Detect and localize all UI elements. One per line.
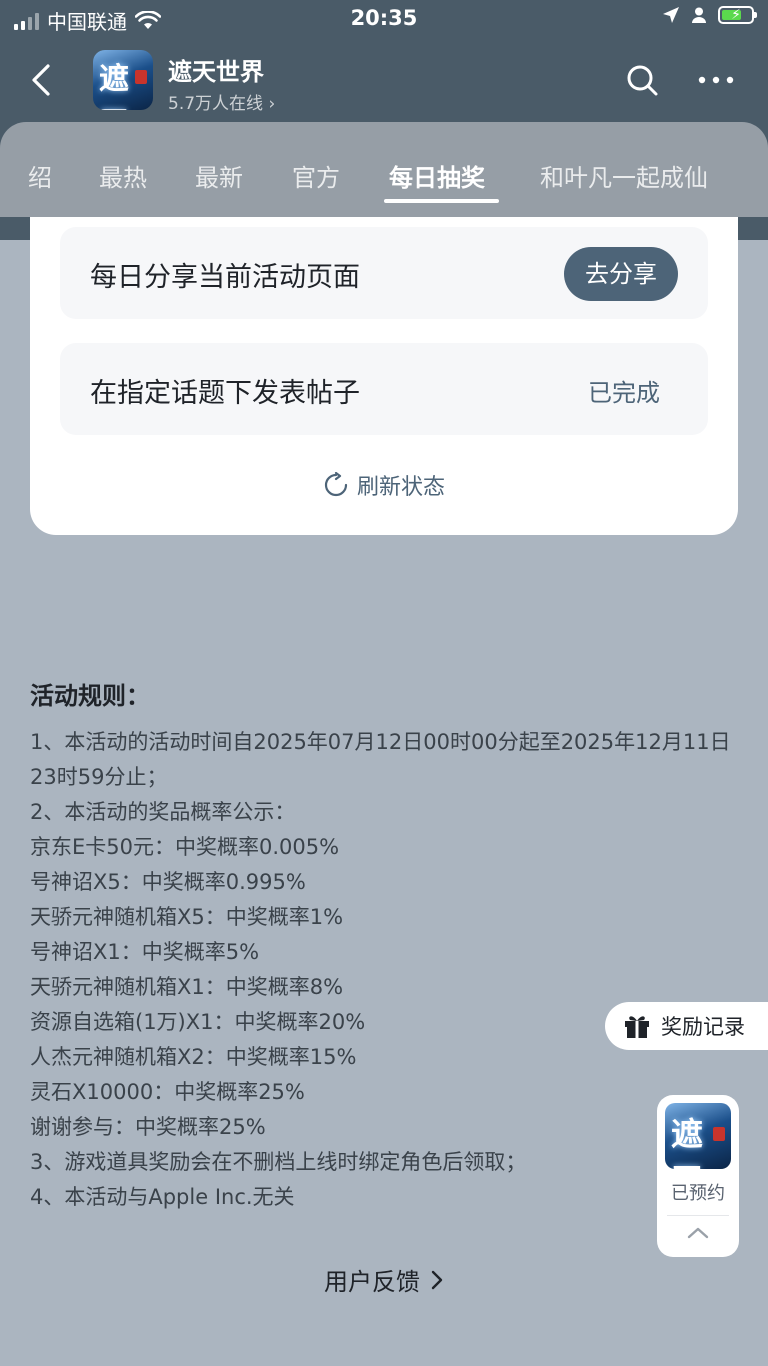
tab-cultivate[interactable]: 和叶凡一起成仙	[540, 158, 708, 193]
app-icon[interactable]: 遮天	[93, 50, 153, 110]
tab-bar: 绍 最热 最新 官方 每日抽奖 和叶凡一起成仙	[0, 122, 768, 217]
app-title[interactable]: 遮天世界	[168, 52, 264, 87]
search-icon[interactable]	[624, 62, 660, 98]
rule-line: 号神诏X5：中奖概率0.995%	[30, 870, 306, 894]
tab-daily-lottery[interactable]: 每日抽奖	[389, 158, 485, 193]
battery-icon: ⚡	[718, 6, 757, 24]
task-item: 每日分享当前活动页面 去分享	[60, 227, 708, 319]
reserve-app-icon[interactable]: 遮天	[665, 1103, 731, 1169]
rule-line: 天骄元神随机箱X5：中奖概率1%	[30, 905, 344, 929]
rule-line: 灵石X10000：中奖概率25%	[30, 1080, 305, 1104]
rule-line: 京东E卡50元：中奖概率0.005%	[30, 835, 340, 859]
status-right: ⚡	[662, 6, 757, 24]
refresh-label: 刷新状态	[356, 475, 445, 500]
tab-active-indicator	[384, 199, 499, 203]
feedback-row: 用户反馈	[0, 1262, 768, 1297]
rule-line: 天骄元神随机箱X1：中奖概率8%	[30, 975, 344, 999]
chevron-right-icon	[431, 1270, 443, 1289]
refresh-icon	[324, 472, 348, 497]
share-button[interactable]: 去分享	[564, 247, 678, 301]
divider	[667, 1215, 729, 1216]
reserve-icon-seal	[713, 1127, 725, 1141]
task-label: 每日分享当前活动页面	[90, 262, 360, 293]
rules-list: 1、本活动的活动时间自2025年07月12日00时00分起至2025年12月11…	[30, 725, 742, 1215]
online-count-label: 5.7万人在线	[168, 94, 264, 114]
rule-line: 号神诏X1：中奖概率5%	[30, 940, 260, 964]
feedback-label: 用户反馈	[324, 1268, 420, 1296]
tab-latest[interactable]: 最新	[195, 158, 243, 193]
rule-line: 2、本活动的奖品概率公示：	[30, 800, 296, 824]
task-label: 在指定话题下发表帖子	[90, 378, 360, 409]
tab-official[interactable]: 官方	[292, 158, 340, 193]
back-icon[interactable]	[24, 62, 60, 98]
online-count[interactable]: 5.7万人在线 ›	[168, 89, 275, 114]
chevron-right-icon: ›	[268, 94, 276, 114]
reserve-status: 已预约	[671, 1183, 725, 1204]
status-bar: 中国联通 20:35 ⚡	[0, 0, 768, 40]
task-card: 每日分享当前活动页面 去分享 在指定话题下发表帖子 已完成 刷新状态	[30, 217, 738, 535]
lock-rotation-icon	[692, 7, 706, 23]
reward-record-label: 奖励记录	[661, 1015, 745, 1039]
refresh-status: 刷新状态	[30, 469, 738, 504]
location-icon	[663, 7, 679, 23]
nav-row: 遮天 遮天世界 5.7万人在线 ›	[0, 44, 768, 118]
gift-icon	[625, 1016, 649, 1038]
rule-line: 3、游戏道具奖励会在不删档上线时绑定角色后领取；	[30, 1150, 527, 1174]
chevron-up-icon[interactable]	[684, 1223, 712, 1243]
tab-intro[interactable]: 绍	[28, 158, 52, 193]
app-icon-seal	[135, 70, 147, 84]
reward-record-button[interactable]: 奖励记录	[605, 1002, 768, 1050]
rule-line: 谢谢参与：中奖概率25%	[30, 1115, 266, 1139]
rule-line: 4、本活动与Apple Inc.无关	[30, 1185, 295, 1209]
tab-hot[interactable]: 最热	[99, 158, 147, 193]
feedback-link[interactable]: 用户反馈	[324, 1262, 444, 1297]
rules-title: 活动规则：	[30, 682, 150, 710]
reserve-card: 遮天 已预约	[657, 1095, 739, 1257]
task-status: 已完成	[588, 379, 660, 407]
refresh-button[interactable]: 刷新状态	[323, 469, 445, 501]
more-icon[interactable]	[696, 62, 736, 98]
rule-line: 1、本活动的活动时间自2025年07月12日00时00分起至2025年12月11…	[30, 730, 731, 789]
status-time: 20:35	[350, 6, 418, 30]
task-item: 在指定话题下发表帖子 已完成	[60, 343, 708, 435]
